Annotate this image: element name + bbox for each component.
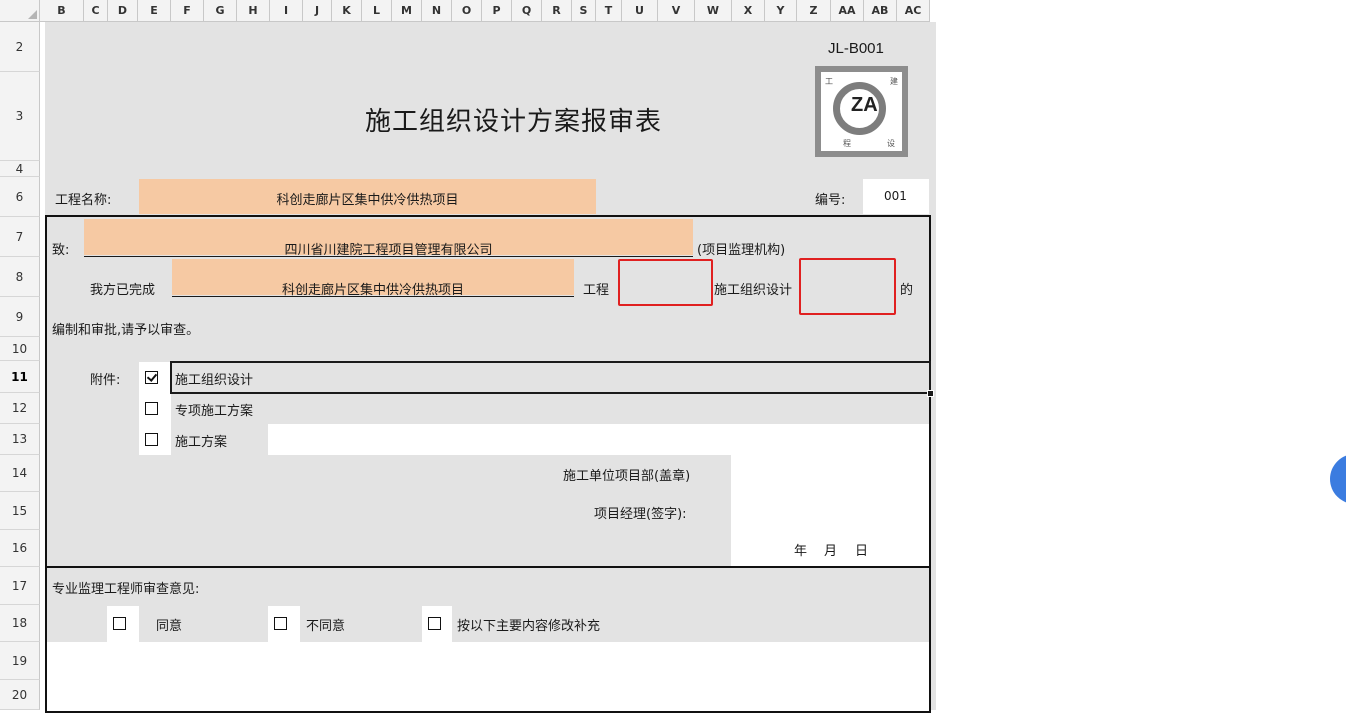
number-label: 编号: xyxy=(815,193,846,208)
attachment-checkbox-1[interactable] xyxy=(145,371,158,384)
column-header-b[interactable]: B xyxy=(40,0,84,22)
selection-fill-handle[interactable] xyxy=(927,390,934,397)
date-year: 年 xyxy=(794,544,808,559)
design-label: 施工组织设计 xyxy=(714,283,793,298)
column-header-g[interactable]: G xyxy=(204,0,237,22)
logo-text: ZA xyxy=(851,94,878,116)
attachment-label: 附件: xyxy=(90,373,121,388)
highlight-box-engineering[interactable] xyxy=(618,259,713,306)
form-code: JL-B001 xyxy=(828,40,884,57)
row-header-6[interactable]: 6 xyxy=(0,177,40,217)
column-header-ac[interactable]: AC xyxy=(897,0,930,22)
attachment-checkbox-3[interactable] xyxy=(145,433,158,446)
row-header-19[interactable]: 19 xyxy=(0,642,40,680)
highlight-box-design[interactable] xyxy=(799,258,896,315)
column-header-d[interactable]: D xyxy=(108,0,138,22)
column-header-aa[interactable]: AA xyxy=(831,0,864,22)
company-logo: ZA 工 建 程 设 xyxy=(815,66,908,157)
row-header-9[interactable]: 9 xyxy=(0,297,40,337)
row-header-11[interactable]: 11 xyxy=(0,361,40,393)
column-header-e[interactable]: E xyxy=(138,0,171,22)
column-header-y[interactable]: Y xyxy=(765,0,797,22)
attachment-label-3: 施工方案 xyxy=(175,435,228,450)
revise-label: 按以下主要内容修改补充 xyxy=(457,619,601,634)
to-suffix: (项目监理机构) xyxy=(697,243,786,258)
approval-text: 编制和审批,请予以审查。 xyxy=(52,323,200,338)
row-header-13[interactable]: 13 xyxy=(0,424,40,455)
row-header-14[interactable]: 14 xyxy=(0,455,40,492)
attachment-label-1: 施工组织设计 xyxy=(175,373,254,388)
column-header-n[interactable]: N xyxy=(422,0,452,22)
column-header-j[interactable]: J xyxy=(303,0,332,22)
attachment-checkbox-2[interactable] xyxy=(145,402,158,415)
form-title: 施工组织设计方案报审表 xyxy=(365,107,663,137)
column-header-h[interactable]: H xyxy=(237,0,270,22)
column-header-s[interactable]: S xyxy=(572,0,596,22)
number-value: 001 xyxy=(884,189,907,203)
attachment-label-2: 专项施工方案 xyxy=(175,404,254,419)
column-header-m[interactable]: M xyxy=(392,0,422,22)
disagree-checkbox[interactable] xyxy=(274,617,287,630)
spreadsheet-sheet: B C D E F G H I J K L M N O P Q R S T U … xyxy=(0,0,937,713)
column-header-c[interactable]: C xyxy=(84,0,108,22)
project-name-label: 工程名称: xyxy=(55,193,112,208)
agree-checkbox[interactable] xyxy=(113,617,126,630)
row-header-17[interactable]: 17 xyxy=(0,567,40,605)
logo-char-tr: 建 xyxy=(890,77,898,86)
contractor-dept-label: 施工单位项目部(盖章) xyxy=(563,469,691,484)
to-label: 致: xyxy=(52,243,70,258)
selected-cell-outline[interactable] xyxy=(170,361,931,394)
row-header-4[interactable]: 4 xyxy=(0,161,40,177)
row-header-16[interactable]: 16 xyxy=(0,530,40,567)
engineering-label: 工程 xyxy=(583,283,610,298)
revise-checkbox[interactable] xyxy=(428,617,441,630)
completed-label: 我方已完成 xyxy=(90,283,156,298)
column-header-p[interactable]: P xyxy=(482,0,512,22)
column-header-r[interactable]: R xyxy=(542,0,572,22)
column-header-ab[interactable]: AB xyxy=(864,0,897,22)
column-header-k[interactable]: K xyxy=(332,0,362,22)
column-header-w[interactable]: W xyxy=(695,0,732,22)
row-header-15[interactable]: 15 xyxy=(0,492,40,530)
column-header-i[interactable]: I xyxy=(270,0,303,22)
column-header-z[interactable]: Z xyxy=(797,0,831,22)
floating-action-button[interactable] xyxy=(1330,454,1346,504)
column-header-x[interactable]: X xyxy=(732,0,765,22)
agree-label: 同意 xyxy=(156,619,183,634)
date-month: 月 xyxy=(824,544,838,559)
row-header-10[interactable]: 10 xyxy=(0,337,40,361)
completed-underline xyxy=(172,296,574,297)
row-header-20[interactable]: 20 xyxy=(0,680,40,710)
row-header-18[interactable]: 18 xyxy=(0,605,40,642)
disagree-label: 不同意 xyxy=(306,619,346,634)
to-underline xyxy=(84,256,693,257)
column-header-u[interactable]: U xyxy=(622,0,658,22)
column-header-t[interactable]: T xyxy=(596,0,622,22)
column-header-q[interactable]: Q xyxy=(512,0,542,22)
row-header-2[interactable]: 2 xyxy=(0,22,40,72)
column-header-f[interactable]: F xyxy=(171,0,204,22)
row-header-12[interactable]: 12 xyxy=(0,393,40,424)
logo-char-br: 设 xyxy=(887,139,895,148)
select-all-corner[interactable] xyxy=(0,0,40,22)
of-label: 的 xyxy=(900,283,914,298)
logo-char-tl: 工 xyxy=(825,77,833,86)
row-header-3[interactable]: 3 xyxy=(0,72,40,161)
column-header-l[interactable]: L xyxy=(362,0,392,22)
column-header-o[interactable]: O xyxy=(452,0,482,22)
date-day: 日 xyxy=(855,544,869,559)
logo-char-bl: 程 xyxy=(843,139,851,148)
row-header-7[interactable]: 7 xyxy=(0,217,40,257)
column-header-v[interactable]: V xyxy=(658,0,695,22)
project-name-value: 科创走廊片区集中供冷供热项目 xyxy=(276,193,459,208)
review-label: 专业监理工程师审查意见: xyxy=(52,582,200,597)
section-divider xyxy=(45,566,931,568)
row-header-8[interactable]: 8 xyxy=(0,257,40,297)
pm-sign-label: 项目经理(签字): xyxy=(594,507,687,522)
